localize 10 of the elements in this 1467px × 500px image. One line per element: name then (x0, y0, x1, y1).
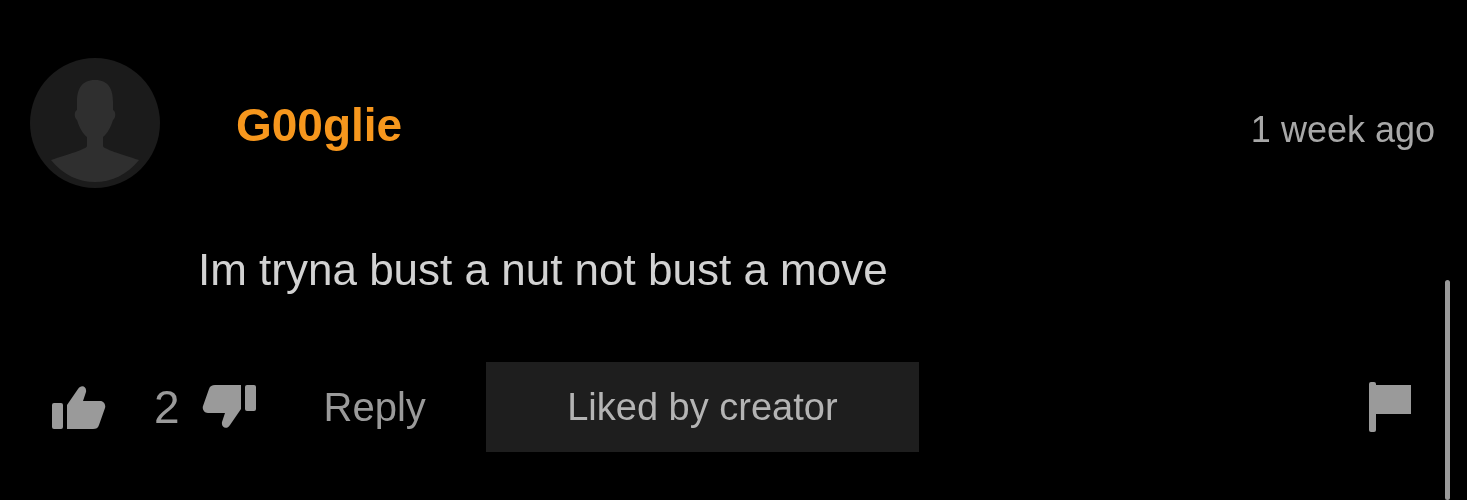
timestamp: 1 week ago (1250, 112, 1435, 148)
avatar-icon (30, 58, 160, 188)
reply-button[interactable]: Reply (323, 387, 426, 427)
flag-icon[interactable] (1369, 382, 1413, 432)
liked-by-creator-badge: Liked by creator (485, 362, 919, 452)
like-count: 2 (154, 384, 180, 430)
thumbs-up-icon[interactable] (52, 385, 106, 429)
thumbs-down-icon[interactable] (201, 385, 256, 429)
scrollbar[interactable] (1445, 280, 1450, 500)
comment-text: Im tryna bust a nut not bust a move (198, 248, 889, 292)
